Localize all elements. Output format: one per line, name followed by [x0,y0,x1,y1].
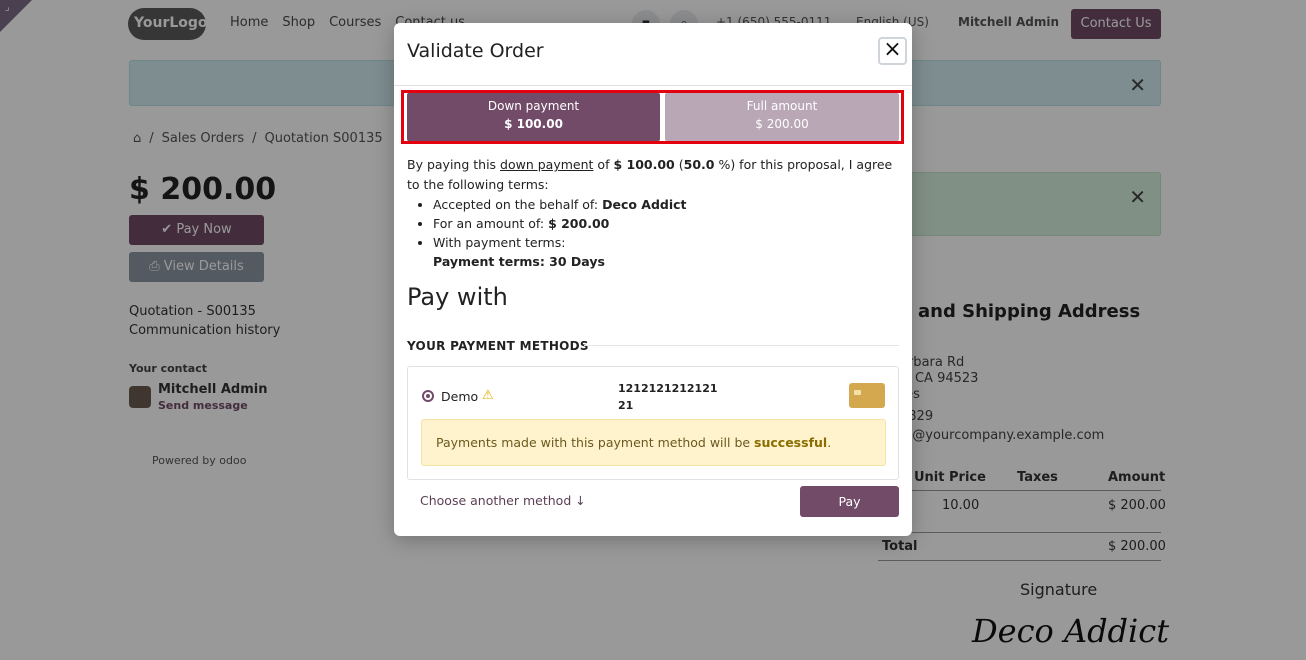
modal-divider [394,85,912,86]
down-payment-label: Down payment [487,99,580,113]
payment-method-card[interactable]: Demo ⚠ 121212121212121 Payments made wit… [407,366,899,480]
close-icon: × [883,37,902,62]
pay-button[interactable]: Pay [800,486,899,517]
modal-title: Validate Order [407,40,544,62]
down-payment-link[interactable]: down payment [500,157,593,172]
down-payment-amount: $ 100.00 [504,117,563,131]
payment-method-name: Demo [441,389,479,404]
full-amount-tab[interactable]: Full amount $ 200.00 [665,93,899,141]
terms-list: Accepted on the behalf of: Deco Addict F… [433,195,897,271]
warning-icon: ⚠ [482,388,494,403]
close-button[interactable]: × [878,37,907,65]
payment-methods-heading: YOUR PAYMENT METHODS [407,339,589,353]
credit-card-icon [849,383,885,408]
full-amount-value: $ 200.00 [755,117,809,131]
down-payment-tab[interactable]: Down payment $ 100.00 [407,93,660,141]
choose-another-method-link[interactable]: Choose another method ↓ [420,493,586,508]
heading-divider [584,345,899,346]
terms-accepted: Accepted on the behalf of: Deco Addict [433,195,897,214]
payment-method-number: 121212121212121 [618,382,718,412]
full-amount-label: Full amount [746,99,818,113]
validate-order-modal: Validate Order × Down payment $ 100.00 F… [394,23,912,536]
pay-with-heading: Pay with [407,283,508,311]
terms-payment: With payment terms:Payment terms: 30 Day… [433,233,897,271]
payment-method-radio[interactable] [422,390,434,402]
terms-text: By paying this down payment of $ 100.00 … [407,155,897,271]
arrow-down-icon: ↓ [575,493,586,508]
payment-notice: Payments made with this payment method w… [421,419,886,466]
terms-amount: For an amount of: $ 200.00 [433,214,897,233]
